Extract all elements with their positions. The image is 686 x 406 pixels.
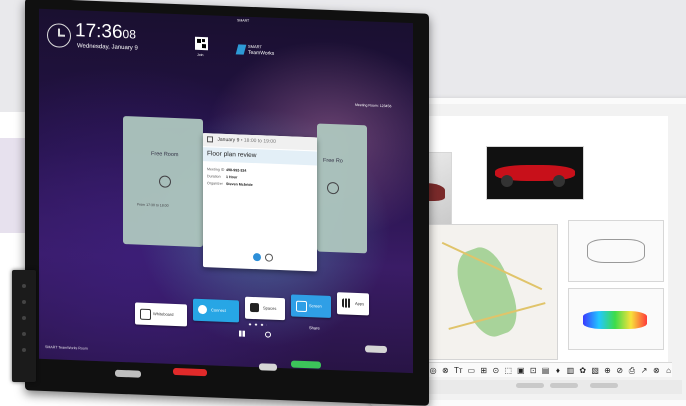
close-icon[interactable]: ⊗ bbox=[653, 366, 660, 375]
pen-holder-red[interactable] bbox=[173, 367, 207, 377]
spaces-icon bbox=[250, 302, 259, 313]
bezel-button[interactable] bbox=[590, 383, 618, 388]
toolbar-tool-17-icon[interactable]: ✿ bbox=[579, 366, 586, 375]
toolbar-tool-8-icon[interactable]: ▭ bbox=[468, 366, 476, 375]
meeting-row: Meeting ID 498-992-324 bbox=[207, 167, 247, 173]
toolbar-tool-10-icon[interactable]: ⊙ bbox=[492, 366, 500, 375]
side-rail bbox=[12, 270, 36, 382]
rail-dot bbox=[22, 316, 26, 320]
toolbar-tool-19-icon[interactable]: ⊕ bbox=[604, 366, 611, 375]
bezel-button[interactable] bbox=[550, 383, 578, 388]
text-tool-icon[interactable]: Tт bbox=[454, 366, 463, 375]
meeting-panel[interactable]: January 9 • 18:00 to 19:00 Floor plan re… bbox=[203, 133, 317, 272]
skype-icon[interactable] bbox=[253, 252, 261, 262]
home-screen: 17:3608 Wednesday, January 9 SMART Join … bbox=[39, 8, 413, 374]
rail-dot bbox=[22, 300, 26, 304]
race-car-photo[interactable] bbox=[486, 146, 584, 200]
top-center-label: SMART bbox=[237, 18, 250, 23]
page-dots bbox=[247, 322, 267, 327]
apps-grid-icon bbox=[342, 298, 351, 308]
calendar-icon bbox=[207, 135, 213, 143]
car-wireframe-image[interactable] bbox=[568, 220, 664, 282]
free-room-time: From 17:30 to 18:00 bbox=[137, 202, 169, 208]
car-heatmap-image[interactable] bbox=[568, 288, 664, 350]
toolbar-tool-11-icon[interactable]: ⬚ bbox=[504, 366, 512, 375]
settings-icon[interactable] bbox=[265, 331, 271, 338]
whiteboard-button[interactable]: Whiteboard bbox=[135, 302, 187, 327]
print-icon[interactable]: ⎙ bbox=[628, 366, 635, 375]
apps-button[interactable]: Apps bbox=[337, 292, 369, 316]
brand-label: SMART bbox=[248, 43, 262, 50]
connect-icon bbox=[198, 304, 207, 315]
screen-share-icon bbox=[296, 300, 307, 313]
toolbar-tool-5-icon[interactable]: ◎ bbox=[430, 366, 437, 375]
free-room-card-right[interactable]: Free Ro bbox=[317, 123, 367, 254]
toolbar-tool-22-icon[interactable]: ↗ bbox=[641, 366, 648, 375]
footer-logo: SMART TeamWorks Room bbox=[45, 345, 88, 351]
meeting-row: Duration 1 Hour bbox=[207, 174, 238, 180]
pen-holder-green[interactable] bbox=[291, 360, 321, 369]
toolbar-tool-13-icon[interactable]: ⊡ bbox=[530, 366, 537, 375]
home-icon[interactable]: ⌂ bbox=[665, 366, 672, 375]
free-room-label: Free Room bbox=[151, 151, 179, 159]
brand-sub: TeamWorks bbox=[248, 49, 275, 57]
free-room-right-clock-icon bbox=[327, 181, 339, 195]
left-display: 17:3608 Wednesday, January 9 SMART Join … bbox=[25, 0, 429, 406]
clock-time: 17:3608 bbox=[75, 20, 136, 43]
smart-logo-icon bbox=[235, 44, 247, 55]
room-status-label: Meeting Room: 123456 bbox=[355, 102, 392, 109]
bezel-button[interactable] bbox=[259, 363, 277, 371]
clock-icon bbox=[47, 23, 71, 49]
toolbar-tool-6-icon[interactable]: ⊗ bbox=[442, 366, 449, 375]
toolbar-tool-14-icon[interactable]: ▤ bbox=[542, 366, 550, 375]
bezel-button[interactable] bbox=[365, 345, 387, 354]
free-room-right-label: Free Ro bbox=[323, 157, 343, 165]
free-room-card[interactable]: Free Room From 17:30 to 18:00 bbox=[123, 116, 203, 248]
connect-button[interactable]: Connect bbox=[193, 298, 239, 323]
toolbar-tool-12-icon[interactable]: ▣ bbox=[517, 366, 525, 375]
toolbar-tool-9-icon[interactable]: ⊞ bbox=[480, 366, 487, 375]
qr-label: Join bbox=[197, 52, 204, 58]
free-room-clock-icon bbox=[159, 175, 171, 188]
rail-dot bbox=[22, 348, 26, 352]
qr-code[interactable] bbox=[195, 36, 208, 51]
date-label: Wednesday, January 9 bbox=[77, 43, 138, 52]
bezel-button[interactable] bbox=[516, 383, 544, 388]
meeting-title: Floor plan review bbox=[203, 147, 317, 166]
spaces-button[interactable]: Spaces bbox=[245, 296, 285, 321]
bezel-button[interactable] bbox=[115, 369, 141, 378]
whiteboard-icon bbox=[140, 308, 151, 321]
toolbar-tool-15-icon[interactable]: ♦ bbox=[554, 366, 561, 375]
toolbar-tool-20-icon[interactable]: ⊘ bbox=[616, 366, 623, 375]
participant-icon[interactable] bbox=[265, 253, 273, 262]
windows-icon[interactable] bbox=[239, 330, 245, 337]
screen-share-button[interactable]: Screen Share bbox=[291, 294, 331, 331]
meeting-row: Organizer Steven Mcbride bbox=[207, 181, 253, 187]
toolbar-tool-16-icon[interactable]: ▥ bbox=[567, 366, 575, 375]
rail-dot bbox=[22, 284, 26, 288]
toolbar-tool-18-icon[interactable]: ▧ bbox=[591, 366, 599, 375]
rail-dot bbox=[22, 332, 26, 336]
map-tile[interactable] bbox=[426, 224, 558, 360]
